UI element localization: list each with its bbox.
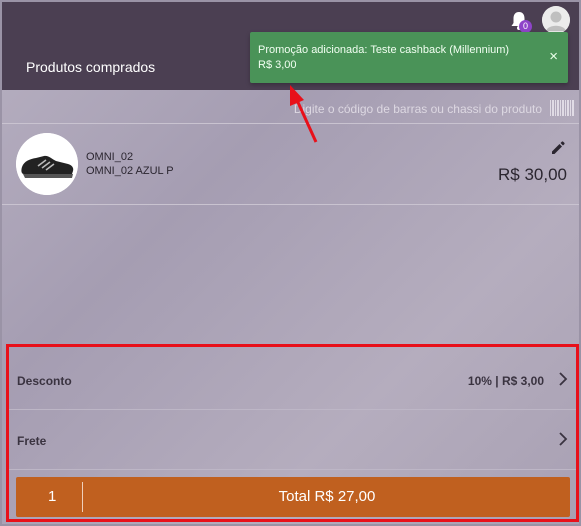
product-name: OMNI_02 <box>86 151 134 163</box>
close-icon[interactable]: × <box>549 48 558 65</box>
divider <box>82 482 83 512</box>
page-title: Produtos comprados <box>26 59 156 75</box>
discount-value: 10% | R$ 3,00 <box>467 374 544 388</box>
shipping-row[interactable]: Frete <box>9 410 576 470</box>
discount-label: Desconto <box>17 374 72 388</box>
promotion-toast: Promoção adicionada: Teste cashback (Mil… <box>250 32 568 83</box>
barcode-search-row <box>2 94 579 124</box>
toast-amount: R$ 3,00 <box>258 59 297 71</box>
shipping-label: Frete <box>17 434 47 448</box>
chevron-right-icon <box>558 432 568 446</box>
purchased-products-panel: Produtos comprados 0 Promoção adicionada… <box>0 0 581 526</box>
total-label: Total R$ 27,00 <box>278 488 376 505</box>
product-price: R$ 30,00 <box>498 165 567 184</box>
discount-row[interactable]: Desconto 10% | R$ 3,00 <box>9 350 576 410</box>
barcode-input[interactable] <box>242 99 542 119</box>
user-avatar-icon[interactable] <box>542 6 570 34</box>
toast-message: Promoção adicionada: Teste cashback (Mil… <box>258 44 510 56</box>
item-quantity: 1 <box>48 488 57 505</box>
chevron-right-icon <box>558 372 568 386</box>
order-summary-highlight: Desconto 10% | R$ 3,00 Frete 1 Total R$ … <box>6 344 579 522</box>
product-item[interactable]: OMNI_02 OMNI_02 AZUL P R$ 30,00 <box>2 125 579 205</box>
barcode-icon[interactable] <box>550 100 574 116</box>
pencil-icon[interactable] <box>550 140 566 156</box>
product-variant: OMNI_02 AZUL P <box>86 165 174 177</box>
sneaker-image <box>16 133 78 195</box>
total-checkout-button[interactable]: 1 Total R$ 27,00 <box>16 477 570 517</box>
